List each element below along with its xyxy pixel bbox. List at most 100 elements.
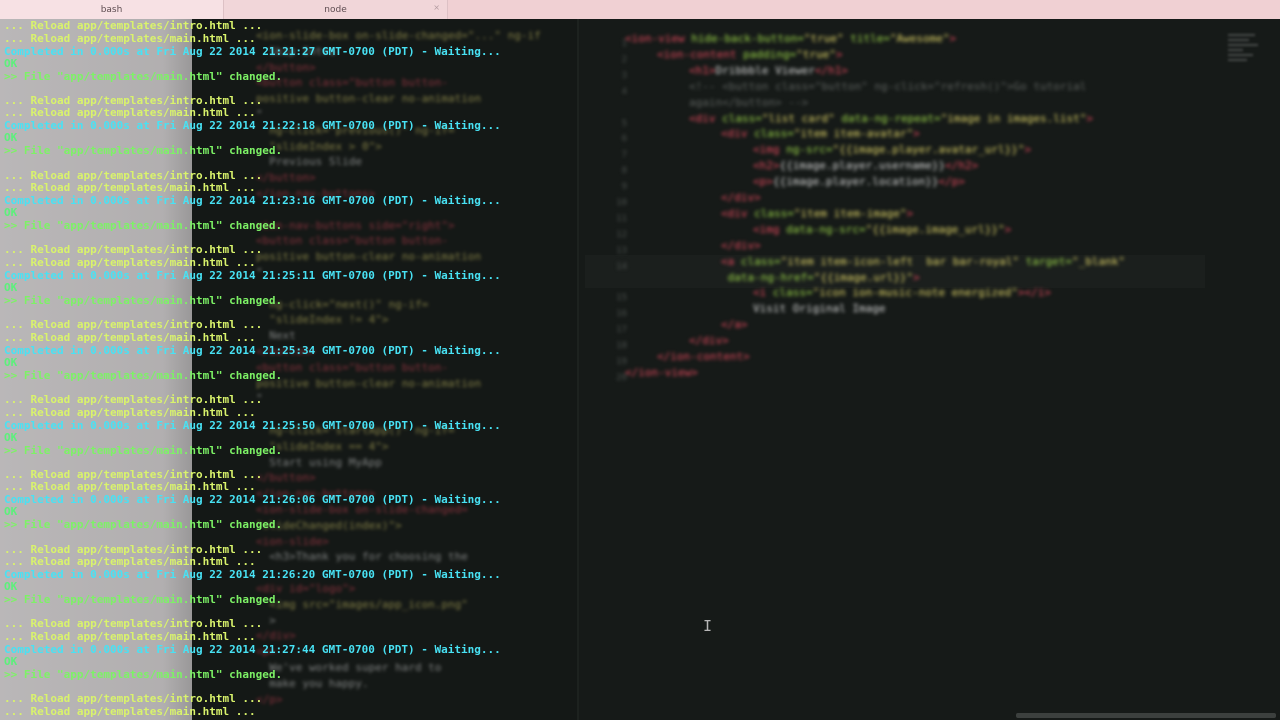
terminal-pane[interactable]: <ion-slide-box on-slide-changed="..." ng…	[0, 19, 577, 720]
code-token: </div>	[721, 191, 761, 204]
terminal-line: ... Reload app/templates/main.html ...	[4, 106, 256, 120]
code-token: </div>	[689, 334, 729, 348]
code-line: </a>	[721, 318, 748, 331]
line-number: 3	[621, 70, 627, 81]
code-token: <i	[753, 286, 767, 300]
code-token: "icon ion-music-note energized"	[812, 286, 1018, 300]
code-token: </ion-view>	[625, 365, 698, 379]
terminal-tab-bar: bash node ×	[0, 0, 1280, 19]
terminal-line: ... Reload app/templates/intro.html ...	[4, 467, 263, 481]
terminal-line: ... Reload app/templates/main.html ...	[4, 480, 256, 494]
code-token: "true"	[803, 32, 844, 45]
terminal-line: OK	[4, 430, 18, 444]
code-line: </ion-content>	[657, 350, 750, 363]
code-editor-pane[interactable]: 1 2 3 4 5 6 7 8 9 10 11 12 13 14 15 16 17 18 19 20 <ion-view…	[579, 19, 1280, 720]
terminal-line: ... Reload app/templates/main.html ...	[4, 405, 256, 419]
code-token: <h1>	[689, 63, 716, 77]
code-line: </div>	[721, 191, 761, 204]
line-number: 6	[621, 134, 627, 145]
tab-node[interactable]: node ×	[224, 0, 448, 19]
terminal-line: ... Reload app/templates/intro.html ...	[4, 617, 263, 631]
code-token: "_blank"	[1072, 254, 1125, 268]
code-token: <p>	[753, 175, 773, 189]
terminal-line: ... Reload app/templates/main.html ...	[4, 555, 256, 569]
tab-bar-empty-area	[448, 0, 1280, 19]
line-number: 1	[621, 39, 627, 49]
terminal-line: OK	[4, 580, 18, 594]
terminal-line: >> File "app/templates/main.html" change…	[4, 219, 283, 233]
code-line: <ion-view hide-back-button="true" title=…	[625, 32, 956, 45]
tab-bash[interactable]: bash	[0, 0, 224, 19]
tab-node-label: node	[324, 4, 347, 15]
code-token: class=	[766, 286, 813, 300]
code-token: </h1>	[814, 63, 848, 77]
editor-minimap[interactable]	[1228, 31, 1266, 91]
code-area[interactable]: 1 2 3 4 5 6 7 8 9 10 11 12 13 14 15 16 17 18 19 20 <ion-view…	[579, 19, 1219, 720]
code-line: again</button> -->	[689, 96, 808, 109]
terminal-line: Completed in 0.000s at Fri Aug 22 2014 2…	[4, 343, 501, 357]
terminal-line: ... Reload app/templates/intro.html ...	[4, 542, 263, 556]
horizontal-scrollbar[interactable]	[1016, 713, 1276, 718]
code-token: "{{image.url}}"	[813, 270, 914, 284]
terminal-line: Completed in 0.000s at Fri Aug 22 2014 2…	[4, 642, 501, 656]
code-token: padding=	[736, 47, 797, 61]
terminal-line: Completed in 0.000s at Fri Aug 22 2014 2…	[4, 493, 501, 507]
code-token: again</button> -->	[689, 95, 809, 109]
code-token: <a	[721, 254, 735, 268]
line-number: 19	[616, 357, 627, 367]
terminal-line: ... Reload app/templates/intro.html ...	[4, 19, 263, 32]
code-token: "image in images.list"	[940, 111, 1087, 125]
code-line: Visit Original Image	[753, 302, 885, 315]
line-number: 8	[621, 166, 627, 177]
code-token: <!-- <button class="button" ng-click="re…	[689, 79, 1087, 93]
code-token: data-ng-href=	[721, 270, 814, 284]
code-line: <a class="item item-icon-left bar bar-ro…	[721, 255, 1125, 268]
code-line: <i class="icon ion-music-note energized"…	[753, 286, 1051, 299]
code-token: "item item-icon-left bar bar-royal"	[780, 254, 1020, 268]
terminal-line: Completed in 0.000s at Fri Aug 22 2014 2…	[4, 194, 501, 208]
code-token: <ion-content	[657, 47, 737, 61]
terminal-line: Completed in 0.000s at Fri Aug 22 2014 2…	[4, 568, 501, 582]
code-token: class=	[747, 127, 794, 141]
code-token: "{{image.image_url}}"	[865, 222, 1005, 236]
text-cursor-icon: I	[703, 617, 713, 635]
code-token: ng-src=	[779, 143, 833, 157]
close-tab-icon[interactable]: ×	[433, 3, 440, 12]
line-number: 20	[616, 372, 627, 383]
code-token: ></i>	[1017, 286, 1052, 300]
line-number: 17	[616, 325, 627, 336]
line-number: 13	[616, 245, 627, 256]
terminal-line: >> File "app/templates/main.html" change…	[4, 518, 283, 532]
line-number: 7	[621, 150, 627, 161]
terminal-line: >> File "app/templates/main.html" change…	[4, 144, 283, 158]
code-line: <p>{{image.player.location}}</p>	[753, 175, 965, 188]
code-token: <img	[753, 143, 780, 157]
code-line: <h2>{{image.player.username}}</h2>	[753, 159, 978, 172]
code-token: "list card"	[761, 111, 835, 125]
code-token: "{{image.player.avatar_url}}"	[832, 143, 1025, 157]
line-number: 18	[616, 341, 627, 352]
line-number: 14	[616, 261, 627, 272]
code-token: <div	[689, 111, 716, 125]
code-line: data-ng-href="{{image.url}}">	[721, 271, 920, 284]
code-line: <div class="list card" data-ng-repeat="i…	[689, 112, 1093, 125]
code-token: <h2>	[753, 159, 780, 173]
terminal-line: >> File "app/templates/main.html" change…	[4, 293, 283, 307]
terminal-line: OK	[4, 206, 18, 220]
code-token: </p>	[938, 175, 965, 189]
code-line: <img ng-src="{{image.player.avatar_url}}…	[753, 143, 1031, 156]
code-token: "item item-avatar"	[793, 127, 914, 141]
code-token: title=	[843, 32, 890, 45]
line-number: 12	[616, 229, 627, 240]
terminal-line: Completed in 0.000s at Fri Aug 22 2014 2…	[4, 44, 501, 58]
line-number: 2	[621, 54, 627, 65]
code-token: >	[949, 32, 957, 45]
code-token: </ion-content>	[657, 350, 750, 363]
code-line: <!-- <button class="button" ng-click="re…	[689, 80, 1086, 93]
terminal-line: OK	[4, 355, 18, 369]
terminal-line: Completed in 0.000s at Fri Aug 22 2014 2…	[4, 119, 501, 133]
terminal-line: OK	[4, 654, 18, 668]
terminal-line: OK	[4, 131, 18, 145]
terminal-line: Completed in 0.000s at Fri Aug 22 2014 2…	[4, 268, 501, 282]
code-token: >	[1004, 222, 1012, 236]
